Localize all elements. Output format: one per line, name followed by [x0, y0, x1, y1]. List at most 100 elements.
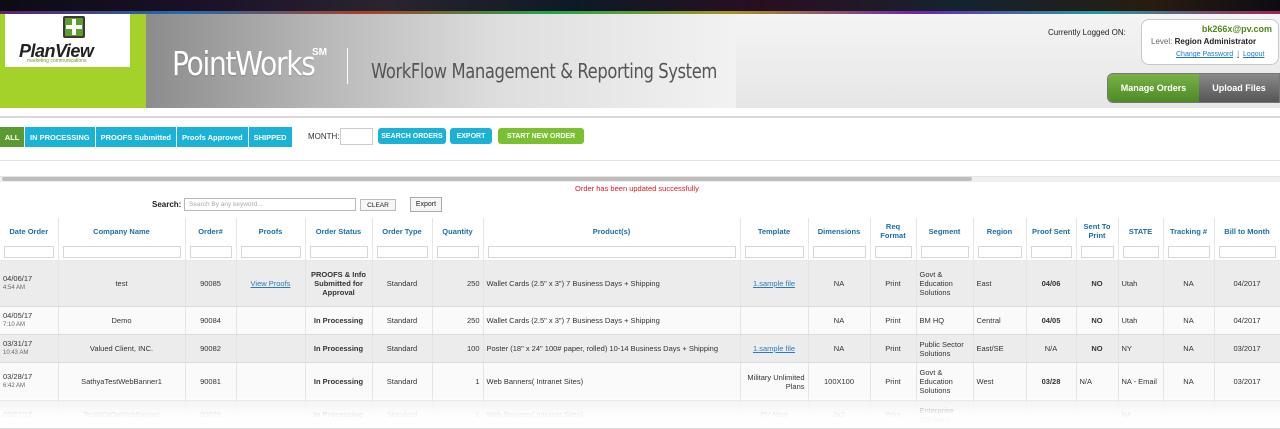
column-filter-input[interactable]: [744, 246, 804, 258]
order-date: 04/06/17: [3, 274, 33, 283]
column-filter-input[interactable]: [1080, 246, 1114, 258]
column-header[interactable]: Tracking #: [1163, 218, 1215, 244]
search-orders-button[interactable]: SEARCH ORDERS: [378, 128, 446, 144]
column-filter-cell: [870, 244, 917, 261]
state-cell: NA -: [1118, 400, 1164, 429]
column-header[interactable]: Proof Sent: [1026, 218, 1077, 244]
segment-cell: Govt & Education Solutions: [916, 260, 974, 307]
dimensions-cell: NA: [808, 260, 871, 307]
status-filter-bar: ALL IN PROCESSING PROOFS Submitted Proof…: [0, 127, 293, 147]
column-header[interactable]: Order Status: [305, 218, 373, 244]
column-header[interactable]: Date Order: [0, 218, 59, 244]
column-filter-cell: [740, 244, 809, 261]
planview-logo[interactable]: PlanView marketing communications: [5, 14, 130, 67]
column-filter-input[interactable]: [1030, 246, 1072, 258]
order-date: 03/31/17: [3, 339, 33, 348]
column-filter-input[interactable]: [1167, 246, 1210, 258]
proofs-cell: View Proofs: [236, 260, 306, 307]
quantity-cell: 1: [432, 362, 484, 401]
start-new-order-button[interactable]: START NEW ORDER: [498, 128, 584, 144]
column-filter-input[interactable]: [240, 246, 301, 258]
filter-all[interactable]: ALL: [0, 127, 25, 147]
order-type-cell: Standard: [372, 400, 433, 429]
export-table-button[interactable]: Export: [410, 197, 442, 212]
column-header[interactable]: Order Type: [372, 218, 433, 244]
view-proofs-link[interactable]: View Proofs: [251, 279, 291, 288]
proofs-cell: [236, 334, 306, 363]
column-filter-input[interactable]: [436, 246, 479, 258]
format-cell: Print: [870, 362, 917, 401]
table-row[interactable]: 03/31/17 10:43 AM Valued Client, INC. 900…: [0, 334, 1280, 363]
column-filter-input[interactable]: [309, 246, 368, 258]
column-filter-input[interactable]: [62, 246, 181, 258]
column-header[interactable]: Bill to Month: [1214, 218, 1280, 244]
column-header[interactable]: Quantity: [432, 218, 484, 244]
export-button[interactable]: EXPORT: [450, 128, 492, 144]
tracking-cell: NA: [1163, 306, 1215, 335]
column-header[interactable]: Proofs: [236, 218, 306, 244]
column-filter-input[interactable]: [376, 246, 428, 258]
month-input[interactable]: [340, 128, 373, 145]
template-cell: 1.sample file: [740, 260, 809, 307]
column-filter-input[interactable]: [1122, 246, 1159, 258]
order-date: 03/27/17: [3, 409, 33, 419]
date-cell: 03/28/17 6:42 AM: [0, 362, 59, 401]
order-status-cell: PROOFS & Info Submitted for Approval: [305, 260, 373, 307]
table-row[interactable]: 04/05/17 7:10 AM Demo 90084 In Processing…: [0, 306, 1280, 335]
order-time: 6:42 AM: [3, 383, 26, 389]
bill-month-cell: [1214, 400, 1280, 429]
product-cell: Poster (18" x 24" 100# paper, rolled) 10…: [483, 334, 741, 363]
product-cell: Wallet Cards (2.5" x 3") 7 Business Days…: [483, 260, 741, 307]
state-cell: NA - Email: [1118, 362, 1164, 401]
column-filter-input[interactable]: [920, 246, 969, 258]
format-cell: Print: [870, 400, 917, 429]
user-email: bk266x@pv.com: [1201, 24, 1272, 34]
column-filter-input[interactable]: [812, 246, 866, 258]
column-filter-row: [0, 244, 1280, 261]
filter-proofs-submitted[interactable]: PROOFS Submitted: [95, 127, 178, 147]
template-link[interactable]: 1.sample file: [753, 344, 795, 353]
column-header[interactable]: Company Name: [58, 218, 186, 244]
column-filter-input[interactable]: [487, 246, 736, 258]
order-time: 4:54 AM: [3, 285, 26, 291]
dimensions-cell: NA: [808, 334, 871, 363]
column-header[interactable]: Segment: [916, 218, 974, 244]
table-row[interactable]: 03/28/17 6:42 AM SathyaTestWebBanner1 900…: [0, 362, 1280, 401]
column-header[interactable]: Template: [740, 218, 809, 244]
table-row[interactable]: 04/06/17 4:54 AM test 90085 View Proofs P…: [0, 260, 1280, 307]
search-input[interactable]: Search By any keyword...: [184, 198, 356, 211]
filter-shipped[interactable]: SHIPPED: [248, 127, 293, 147]
column-header[interactable]: Region: [973, 218, 1027, 244]
column-filter-input[interactable]: [874, 246, 912, 258]
column-header[interactable]: Order#: [185, 218, 237, 244]
table-row[interactable]: 03/27/17 TestNOtOnWebBanner 90079 In Pro…: [0, 400, 1280, 429]
order-time: 7:10 AM: [3, 322, 26, 328]
order-type-cell: Standard: [372, 306, 433, 335]
column-header[interactable]: Dimensions: [808, 218, 871, 244]
column-header[interactable]: Product(s): [483, 218, 741, 244]
logout-link[interactable]: Logout: [1243, 51, 1264, 58]
bill-month-cell: 03/2017: [1214, 334, 1280, 363]
template-link[interactable]: 1.sample file: [753, 279, 795, 288]
column-filter-input[interactable]: [4, 246, 54, 258]
column-filter-input[interactable]: [1218, 246, 1276, 258]
order-status-cell: In Processing: [305, 400, 373, 429]
region-cell: East/SE: [973, 334, 1027, 363]
column-header[interactable]: Sent To Print: [1076, 218, 1119, 244]
company-cell: TestNOtOnWebBanner: [58, 400, 186, 429]
column-header[interactable]: STATE: [1118, 218, 1164, 244]
column-filter-cell: [372, 244, 433, 261]
column-filter-input[interactable]: [189, 246, 232, 258]
scrollbar-thumb[interactable]: [2, 177, 972, 181]
change-password-link[interactable]: Change Password: [1176, 51, 1233, 58]
tab-upload-files[interactable]: Upload Files: [1198, 74, 1279, 102]
filter-in-processing[interactable]: IN PROCESSING: [25, 127, 96, 147]
app-subtitle: WorkFlow Management & Reporting System: [371, 59, 717, 83]
column-header[interactable]: Req Format: [870, 218, 917, 244]
tab-manage-orders[interactable]: Manage Orders: [1108, 74, 1199, 102]
user-links: Change Password | Logout: [1176, 51, 1264, 58]
clear-button[interactable]: CLEAR: [360, 199, 396, 211]
column-filter-input[interactable]: [977, 246, 1022, 258]
filter-proofs-approved[interactable]: Proofs Approved: [177, 127, 249, 147]
region-cell: Central: [973, 306, 1027, 335]
